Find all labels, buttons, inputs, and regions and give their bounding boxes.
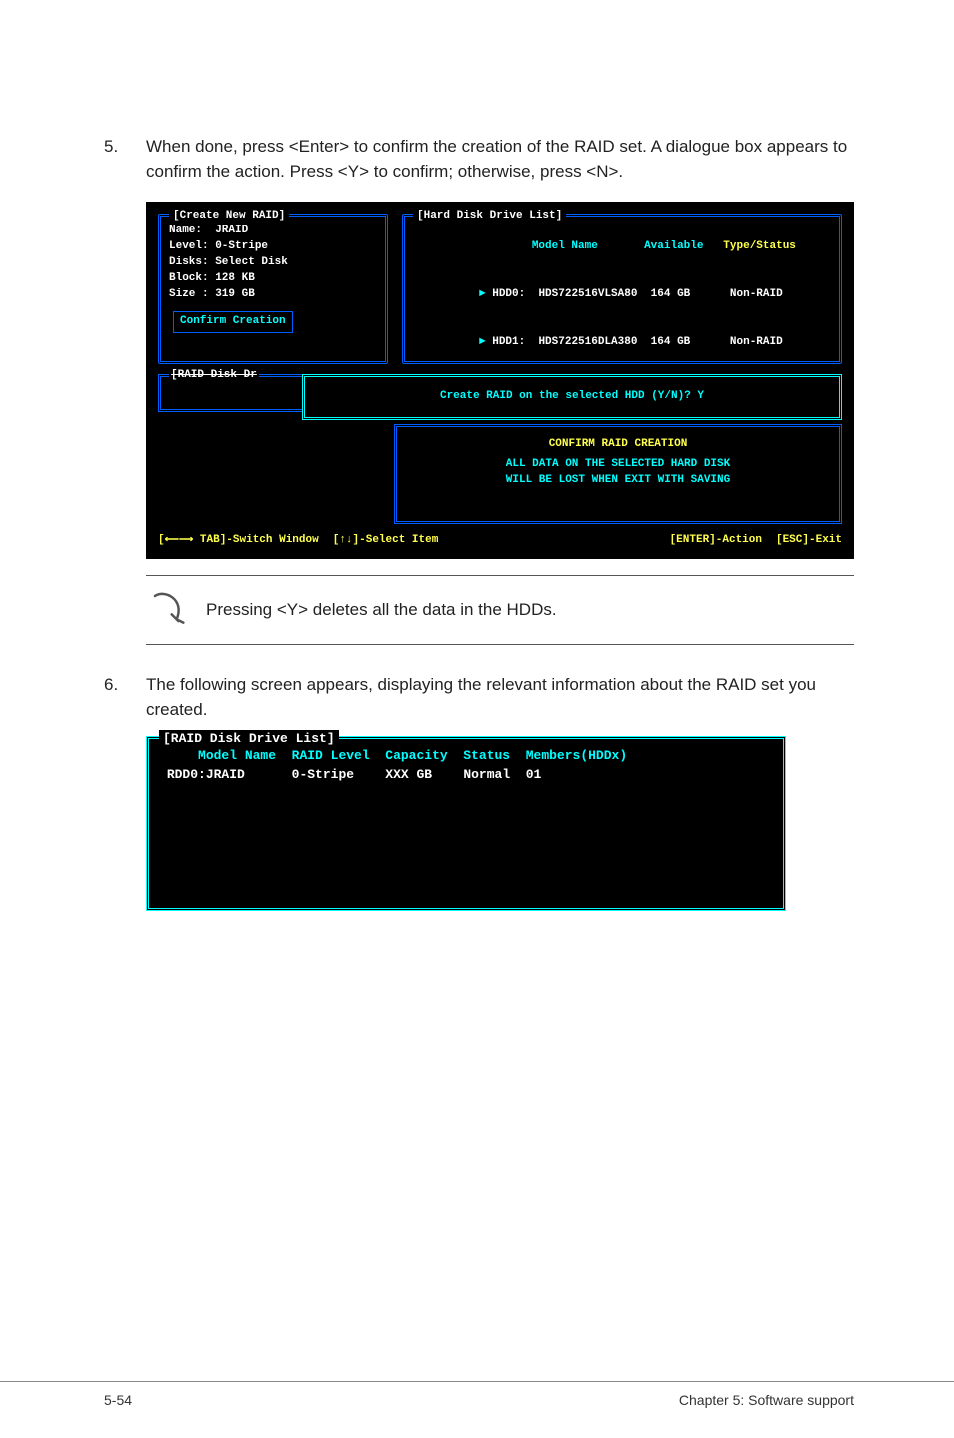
step-number: 6. (104, 673, 146, 722)
help-switch: [⟵⟶ TAB]-Switch Window (158, 533, 319, 549)
chapter-label: Chapter 5: Software support (679, 1390, 854, 1410)
confirm-line-2: WILL BE LOST WHEN EXIT WITH SAVING (397, 473, 839, 489)
bios-screenshot-1: [Create New RAID] Name: JRAID Level: 0-S… (146, 202, 854, 559)
raid-disk-drive-tab: [RAID Disk Dr (158, 374, 302, 412)
field-block: Block: 128 KB (169, 271, 377, 287)
hdd-row-0: ► HDD0: HDS722516VLSA80 164 GB Non-RAID (413, 271, 831, 319)
panel-title: [Hard Disk Drive List] (413, 209, 566, 225)
step-6: 6. The following screen appears, display… (104, 673, 854, 722)
create-new-raid-panel: [Create New RAID] Name: JRAID Level: 0-S… (158, 214, 388, 364)
note-icon (150, 586, 190, 634)
field-level: Level: 0-Stripe (169, 239, 377, 255)
panel-title: [Create New RAID] (169, 209, 289, 225)
page-footer: 5-54 Chapter 5: Software support (0, 1381, 954, 1410)
table-header: Model Name RAID Level Capacity Status Me… (159, 747, 773, 766)
confirm-raid-creation-panel: CONFIRM RAID CREATION ALL DATA ON THE SE… (394, 424, 842, 524)
help-select: [↑↓]-Select Item (333, 533, 439, 549)
field-size: Size : 319 GB (169, 287, 377, 303)
confirm-title: CONFIRM RAID CREATION (397, 437, 839, 453)
table-row: RDD0:JRAID 0-Stripe XXX GB Normal 01 (159, 766, 773, 785)
note-block: Pressing <Y> deletes all the data in the… (146, 575, 854, 645)
panel-title: [RAID Disk Drive List] (159, 730, 339, 749)
help-bar: [⟵⟶ TAB]-Switch Window [↑↓]-Select Item … (158, 530, 842, 559)
confirm-creation-button[interactable]: Confirm Creation (173, 311, 293, 333)
hdd-header: Model Name Available Type/Status (413, 223, 831, 271)
note-text: Pressing <Y> deletes all the data in the… (206, 598, 557, 623)
help-action: [ENTER]-Action (670, 533, 762, 549)
hdd-list-panel: [Hard Disk Drive List] Model Name Availa… (402, 214, 842, 364)
field-name: Name: JRAID (169, 223, 377, 239)
page-number: 5-54 (104, 1390, 132, 1410)
confirm-line-1: ALL DATA ON THE SELECTED HARD DISK (397, 457, 839, 473)
hdd-row-1: ► HDD1: HDS722516DLA380 164 GB Non-RAID (413, 319, 831, 367)
step-text: The following screen appears, displaying… (146, 673, 854, 722)
help-exit: [ESC]-Exit (776, 533, 842, 549)
step-text: When done, press <Enter> to confirm the … (146, 135, 854, 184)
raid-disk-list-panel: [RAID Disk Drive List] Model Name RAID L… (146, 736, 786, 911)
step-5: 5. When done, press <Enter> to confirm t… (104, 135, 854, 184)
create-raid-dialog[interactable]: Create RAID on the selected HDD (Y/N)? Y (302, 374, 842, 420)
step-number: 5. (104, 135, 146, 184)
field-disks: Disks: Select Disk (169, 255, 377, 271)
